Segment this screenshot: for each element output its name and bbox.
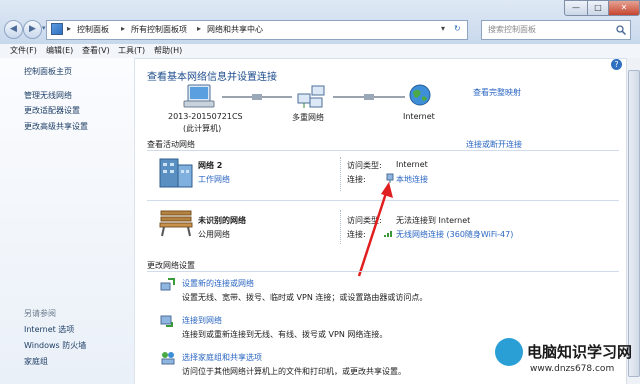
divider: [340, 157, 342, 191]
computer-icon: [183, 84, 215, 108]
back-button[interactable]: ◀: [4, 20, 23, 39]
sidebar-manage-wireless[interactable]: 管理无线网络: [24, 90, 72, 101]
search-box[interactable]: 搜索控制面板: [481, 20, 631, 40]
sidebar-change-adapter[interactable]: 更改适配器设置: [24, 105, 80, 116]
see-also-heading: 另请参阅: [24, 309, 56, 318]
sidebar-control-panel-home[interactable]: 控制面板主页: [24, 66, 72, 77]
breadcrumb-network-center[interactable]: 网络和共享中心: [207, 24, 263, 35]
homegroup-options-link[interactable]: 选择家庭组和共享选项: [182, 352, 262, 363]
recent-pages-icon[interactable]: ▾: [42, 24, 46, 32]
breadcrumb-separator-icon: ▸: [67, 24, 72, 33]
internet-label: Internet: [403, 112, 435, 121]
menu-help[interactable]: 帮助(H): [154, 44, 182, 58]
network1-access-value: Internet: [396, 160, 428, 169]
refresh-icon[interactable]: ↻: [454, 24, 461, 33]
sidebar-advanced-sharing[interactable]: 更改高级共享设置: [24, 121, 88, 132]
network1-name: 网络 2: [198, 161, 223, 170]
divider: [147, 271, 619, 272]
control-panel-icon: [51, 23, 63, 35]
homegroup-icon: [161, 352, 175, 365]
menu-view[interactable]: 查看(V): [82, 44, 110, 58]
connect-to-network-desc: 连接到或重新连接到无线、有线、拨号或 VPN 网络连接。: [182, 330, 388, 339]
connect-network-icon: [160, 315, 173, 327]
multi-network-label: 多重网络: [292, 113, 324, 122]
page-title: 查看基本网络信息并设置连接: [147, 72, 277, 83]
forward-button[interactable]: ▶: [23, 20, 42, 39]
sidebar-windows-firewall[interactable]: Windows 防火墙: [24, 340, 86, 351]
change-settings-heading: 更改网络设置: [147, 261, 195, 270]
maximize-button[interactable]: □: [587, 0, 609, 16]
address-dropdown-icon[interactable]: ▾: [441, 24, 445, 33]
connection-line-2: [333, 94, 405, 100]
new-connection-icon: [160, 278, 175, 291]
sidebar-internet-options[interactable]: Internet 选项: [24, 324, 74, 335]
see-full-map-link[interactable]: 查看完整映射: [473, 87, 521, 98]
menu-bar: 文件(F) 编辑(E) 查看(V) 工具(T) 帮助(H): [0, 44, 640, 59]
minimize-button[interactable]: —: [564, 0, 588, 16]
work-network-icon: [159, 158, 193, 188]
globe-icon: [409, 84, 431, 106]
wireless-connection-link[interactable]: 无线网络连接 (360随身WiFi-47): [396, 229, 513, 240]
setup-new-connection-desc: 设置无线、宽带、拨号、临时或 VPN 连接；或设置路由器或访问点。: [182, 293, 428, 302]
setup-new-connection-link[interactable]: 设置新的连接或网络: [182, 278, 254, 289]
connect-to-network-link[interactable]: 连接到网络: [182, 315, 222, 326]
network1-type-link[interactable]: 工作网络: [198, 174, 230, 185]
multi-network-icon: [297, 85, 325, 108]
menu-file[interactable]: 文件(F): [10, 44, 37, 58]
network2-name: 未识别的网络: [198, 216, 246, 225]
local-connection-link[interactable]: 本地连接: [396, 174, 428, 185]
help-icon[interactable]: ?: [611, 59, 622, 70]
active-networks-heading: 查看活动网络: [147, 140, 195, 149]
network2-access-value: 无法连接到 Internet: [396, 216, 471, 225]
connect-disconnect-link[interactable]: 连接或断开连接: [466, 139, 522, 150]
divider: [340, 210, 342, 244]
breadcrumb-separator-icon: ▸: [121, 24, 126, 33]
address-bar[interactable]: ▸ 控制面板 ▸ 所有控制面板项 ▸ 网络和共享中心 ▾ ↻: [46, 20, 468, 40]
network1-access-label: 访问类型:: [347, 161, 382, 170]
breadcrumb-control-panel[interactable]: 控制面板: [77, 24, 109, 35]
menu-tools[interactable]: 工具(T): [118, 44, 145, 58]
divider: [147, 150, 619, 151]
search-icon[interactable]: [616, 25, 626, 35]
watermark-title: 电脑知识学习网: [527, 343, 633, 361]
computer-name: 2013-20150721CS: [168, 112, 243, 121]
breadcrumb-all-items[interactable]: 所有控制面板项: [131, 24, 187, 35]
homegroup-options-desc: 访问位于其他网络计算机上的文件和打印机，或更改共享设置。: [182, 367, 406, 376]
watermark-logo-icon: [495, 338, 523, 366]
watermark-url: www.dnzs678.com: [530, 364, 615, 374]
breadcrumb-separator-icon: ▸: [197, 24, 202, 33]
connection-line-1: [222, 94, 292, 100]
scrollbar-thumb[interactable]: [628, 70, 640, 377]
search-input[interactable]: 搜索控制面板: [488, 24, 536, 35]
sidebar-homegroup[interactable]: 家庭组: [24, 356, 48, 367]
menu-edit[interactable]: 编辑(E): [46, 44, 73, 58]
computer-label: (此计算机): [183, 124, 222, 133]
close-button[interactable]: ✕: [608, 0, 640, 16]
network2-type: 公用网络: [198, 230, 230, 239]
public-network-bench-icon: [159, 210, 193, 237]
annotation-arrow: [357, 182, 393, 277]
